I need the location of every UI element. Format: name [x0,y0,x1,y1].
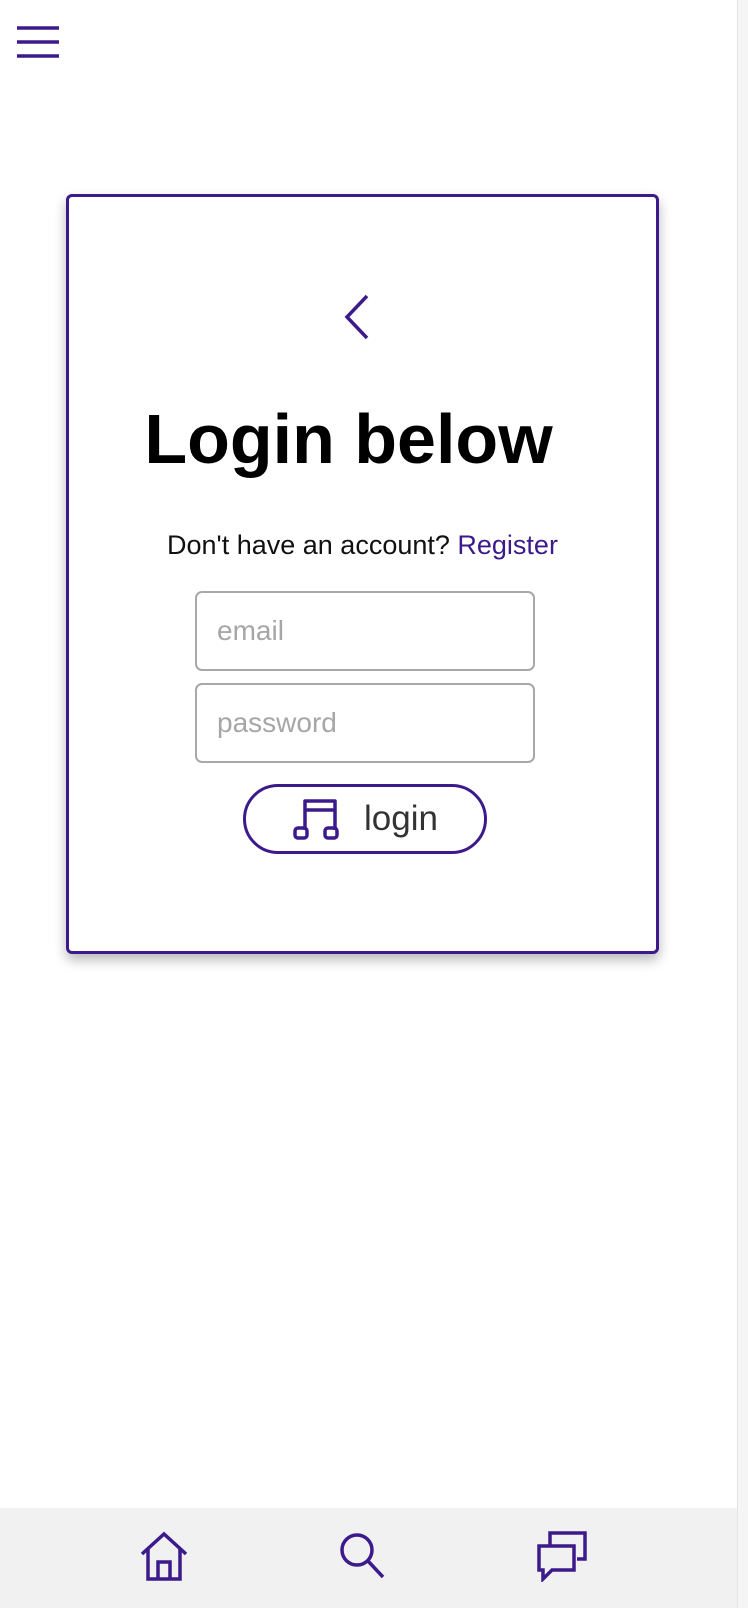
email-field[interactable] [195,591,535,671]
register-prompt: Don't have an account? Register [69,527,656,563]
home-icon [140,1531,188,1581]
scrollbar[interactable] [737,0,748,1608]
back-button[interactable] [341,293,377,341]
hamburger-menu-icon [17,26,59,58]
music-note-icon [293,799,339,840]
chat-bubbles-icon [537,1531,587,1582]
password-field[interactable] [195,683,535,763]
page-title: Login below [144,400,553,478]
nav-search-button[interactable] [334,1528,390,1584]
search-icon [340,1533,385,1579]
chevron-left-icon [344,294,369,340]
bottom-nav-bar [0,1508,737,1608]
hamburger-menu-button[interactable] [14,20,62,64]
login-card: Login below Don't have an account? Regis… [66,194,659,954]
nav-home-button[interactable] [136,1528,192,1584]
nav-chat-button[interactable] [534,1528,590,1584]
register-link[interactable]: Register [457,530,558,560]
register-prompt-text: Don't have an account? [167,530,450,560]
login-button-label: login [364,799,438,838]
login-button[interactable]: login [243,784,487,854]
